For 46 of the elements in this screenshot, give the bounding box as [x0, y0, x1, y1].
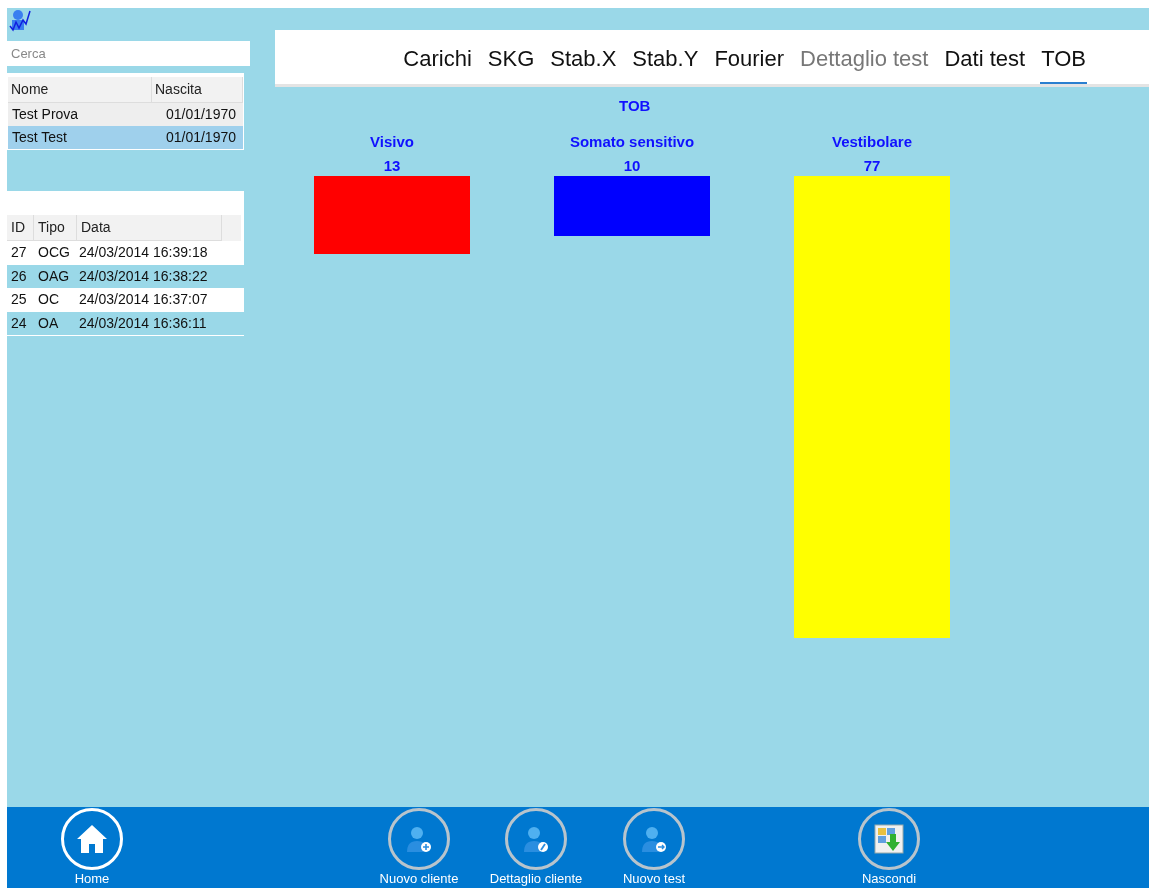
toolbar-button[interactable]: Nascondi — [831, 808, 947, 886]
toolbar-button[interactable]: Dettaglio cliente — [478, 808, 594, 886]
category-label: Somato sensitivo — [569, 132, 695, 151]
value-label: 77 — [863, 156, 881, 175]
tab[interactable]: SKG — [486, 30, 536, 84]
tab[interactable]: Fourier — [713, 30, 786, 84]
user-next-icon — [639, 824, 669, 854]
client-row[interactable]: Test Prova 01/01/1970 — [8, 103, 243, 126]
table-cell-text: 01/01/1970 — [164, 105, 237, 124]
client-row[interactable]: Test Test 01/01/1970 — [8, 126, 243, 149]
table-cell-text: 01/01/1970 — [164, 128, 237, 147]
search-field[interactable]: Cerca — [7, 41, 250, 66]
toolbar-button[interactable]: Home — [34, 808, 150, 886]
toolbar-button[interactable]: Nuovo test — [596, 808, 712, 886]
table-cell-text: 27 — [10, 243, 28, 263]
table-cell-text: 26 — [10, 266, 28, 286]
category-label: Visivo — [370, 132, 414, 151]
user-edit-icon — [521, 824, 551, 854]
table-cell-text: 24/03/2014 16:36:11 — [78, 313, 208, 333]
test-row[interactable]: 24 OA 24/03/2014 16:36:11 — [7, 311, 244, 335]
tab[interactable]: TOB — [1040, 30, 1087, 84]
table-cell-text: 24/03/2014 16:39:18 — [78, 243, 209, 263]
table-cell-text: 24 — [10, 313, 28, 333]
test-row[interactable]: 26 OAG 24/03/2014 16:38:22 — [7, 264, 244, 288]
value-label: 10 — [623, 156, 641, 175]
tab[interactable]: Carichi — [402, 30, 473, 84]
table-cell-text: Test Prova — [11, 105, 80, 124]
table-cell-text: Test Test — [11, 128, 68, 147]
panel-title: TOB — [619, 96, 651, 116]
table-cell-text: OCG — [37, 243, 71, 263]
tab[interactable]: Stab.Y — [631, 30, 700, 84]
table-cell-text: 24/03/2014 16:38:22 — [78, 266, 209, 286]
user-add-icon — [404, 824, 434, 854]
toolbar-button[interactable]: Nuovo cliente — [361, 808, 477, 886]
home-icon — [75, 822, 109, 856]
download-window-icon — [872, 822, 906, 856]
tab[interactable]: Stab.X — [549, 30, 618, 84]
table-cell-text: OA — [37, 313, 60, 333]
tab[interactable]: Dati test — [943, 30, 1027, 84]
table-cell-text: OAG — [37, 266, 71, 286]
table-cell-text: 25 — [10, 290, 28, 310]
table-cell-text: 24/03/2014 16:37:07 — [78, 290, 209, 310]
category-label: Vestibolare — [831, 132, 912, 151]
table-cell-text: OC — [37, 290, 60, 310]
app-logo-icon — [8, 8, 32, 32]
value-label: 13 — [383, 156, 401, 175]
